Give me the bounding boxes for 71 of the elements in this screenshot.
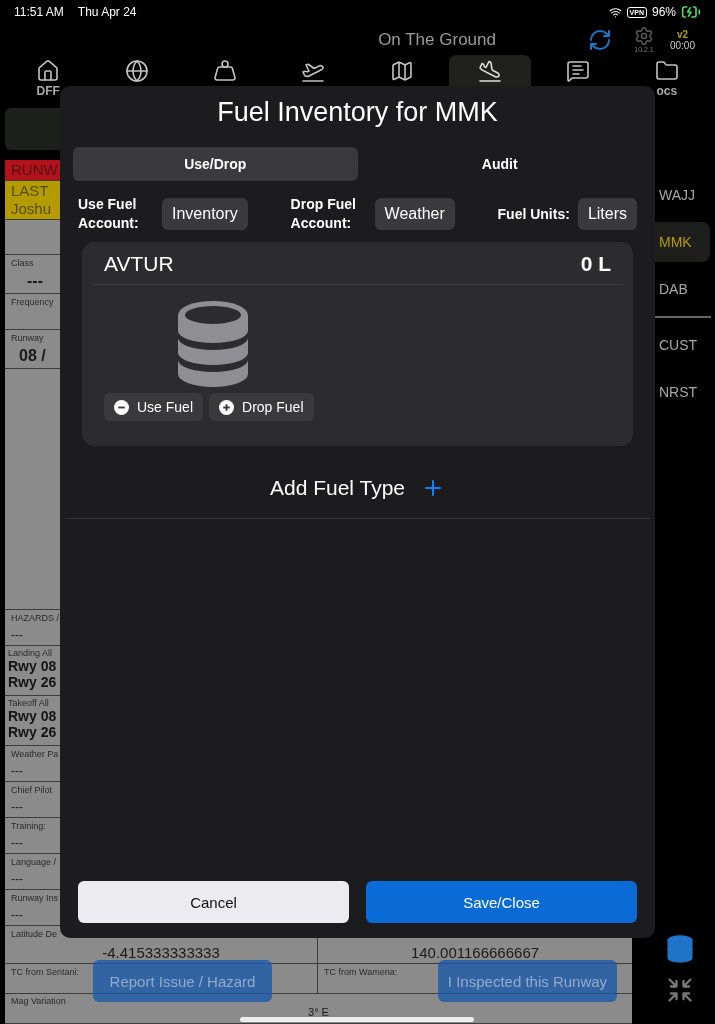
database-icon	[178, 301, 248, 387]
plus-circle-icon	[219, 399, 235, 415]
wifi-icon	[608, 5, 622, 19]
nav-tab[interactable]: ocs	[625, 55, 708, 100]
field-label: TC from Sentani:	[11, 967, 80, 977]
map-icon	[389, 59, 414, 83]
field-label: Runway	[11, 333, 44, 343]
gear-icon[interactable]	[633, 26, 654, 46]
cancel-button[interactable]: Cancel	[78, 881, 349, 923]
field-value: Rwy 08	[8, 708, 57, 724]
add-fuel-type-label: Add Fuel Type	[269, 476, 405, 500]
version-label: v2	[676, 28, 689, 40]
field-value: Rwy 08	[8, 658, 57, 674]
segment-tab[interactable]: Audit	[357, 147, 642, 181]
field-label: HAZARDS /	[11, 613, 59, 623]
field-value: ---	[11, 872, 23, 886]
resize-icon[interactable]	[665, 976, 694, 1004]
weight-icon	[212, 59, 237, 83]
status-time: 11:51 AM	[14, 5, 64, 19]
field-value: 08 /	[18, 347, 46, 365]
setting-label: Drop Fuel Account:	[290, 195, 357, 233]
field-label: TC from Wamena:	[324, 967, 398, 977]
field-value: ---	[26, 272, 43, 290]
dialog-title: Fuel Inventory for MMK	[216, 96, 499, 128]
alert-text: LAST	[11, 182, 49, 200]
field-label: Frequency	[11, 297, 54, 307]
fuel-name: AVTUR	[104, 252, 174, 276]
timer-label: 00:00	[669, 39, 695, 51]
field-value: 140.001166666667	[410, 945, 540, 960]
sync-icon[interactable]	[587, 27, 612, 52]
setting-label: Fuel Units:	[497, 204, 570, 224]
field-value: ---	[11, 628, 23, 642]
message-icon	[566, 59, 591, 83]
field-value: -4.415333333333	[102, 945, 220, 960]
field-value: Rwy 26	[8, 674, 57, 690]
field-value: ---	[11, 800, 23, 814]
alert-text: RUNW	[11, 161, 58, 179]
field-label: Landing All	[8, 648, 53, 658]
setting-picker[interactable]: Liters	[577, 198, 637, 230]
battery-percent: 96%	[651, 5, 676, 19]
field-value: ---	[11, 908, 23, 922]
segment-tab[interactable]: Use/Drop	[73, 147, 358, 181]
save-button[interactable]: Save/Close	[366, 881, 637, 923]
plane-landing-icon	[478, 59, 503, 83]
setting-picker[interactable]: Weather	[374, 198, 455, 230]
field-value: Rwy 26	[8, 724, 57, 740]
field-value: 3° E	[308, 1006, 329, 1018]
status-date: Thu Apr 24	[77, 5, 137, 19]
field-label: Class	[11, 258, 34, 268]
alert-text: Joshu	[11, 200, 52, 218]
field-value: ---	[11, 764, 23, 778]
field-label: Weather Pa	[11, 749, 59, 759]
fuel-action-button[interactable]: Drop Fuel	[209, 393, 314, 421]
field-label: Chief Pilot	[11, 785, 53, 795]
field-label: Runway Ins	[11, 893, 59, 903]
field-label: Training:	[11, 821, 46, 831]
fuel-amount: 0 L	[580, 252, 611, 276]
setting-label: Use Fuel Account:	[78, 195, 140, 233]
field-label: Takeoff All	[8, 698, 49, 708]
field-label: Language /	[11, 857, 57, 867]
folder-icon	[654, 59, 679, 83]
fuel-action-button[interactable]: Use Fuel	[104, 393, 204, 421]
field-label: Mag Variation	[11, 996, 66, 1006]
minus-circle-icon	[114, 399, 129, 415]
setting-picker[interactable]: Inventory	[162, 198, 248, 230]
globe-icon	[124, 59, 149, 83]
nav-tab[interactable]: DFF	[7, 55, 90, 100]
field-label: Latitude De	[11, 929, 58, 939]
house-icon	[36, 59, 61, 83]
field-value: ---	[11, 836, 23, 850]
screen-title: On The Ground	[378, 29, 496, 50]
